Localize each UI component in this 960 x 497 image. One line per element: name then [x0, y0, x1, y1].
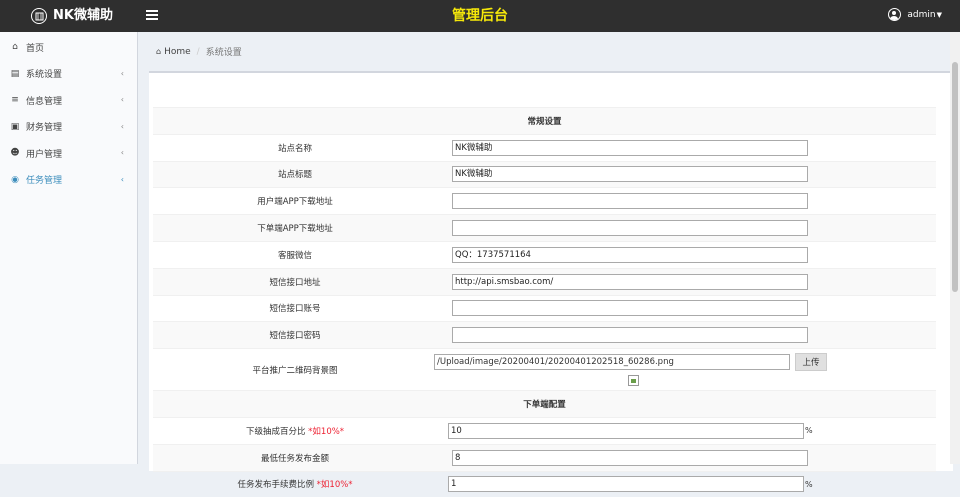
site-title-input[interactable]: NK微辅助 — [452, 166, 808, 183]
fee-hint: *如10%* — [316, 480, 353, 491]
site-name-input[interactable]: NK微辅助 — [452, 139, 808, 156]
min-task-amount-input[interactable]: 8 — [452, 449, 808, 466]
sidebar-item-label: 首页 — [26, 43, 45, 54]
section-header-row: 常规设置 — [153, 107, 936, 135]
chevron-left-icon: ‹ — [120, 174, 124, 184]
commission-label: 下级抽成百分比 — [245, 426, 306, 437]
field-label: 下级抽成百分比 *如10%* — [153, 416, 437, 445]
field-label: 平台推广二维码背景图 — [153, 348, 437, 391]
order-app-download-url-input[interactable] — [452, 220, 808, 237]
hamburger-icon-bar — [146, 14, 158, 16]
fee-label: 任务发布手续费比例 — [237, 480, 314, 491]
list-icon: ▤ — [10, 68, 20, 79]
chevron-left-icon: ‹ — [120, 68, 124, 78]
form-row: 最低任务发布金额 8 — [153, 443, 936, 472]
broken-image-icon — [628, 375, 639, 387]
field-label: 任务发布手续费比例 *如10%* — [153, 470, 437, 497]
form-row: 用户端APP下载地址 — [153, 187, 936, 215]
chevron-left-icon: ‹ — [120, 121, 124, 131]
page-scrollbar[interactable] — [950, 32, 960, 464]
customer-service-wechat-input[interactable]: QQ：1737571164 — [452, 246, 808, 263]
settings-form-table: 常规设置 站点名称 NK微辅助 站点标题 NK微辅助 用户端APP下载地址 下单… — [153, 107, 936, 497]
user-menu-button[interactable]: admin ▼ — [888, 8, 942, 21]
user-name: admin — [907, 9, 936, 20]
breadcrumb-separator: / — [196, 46, 200, 57]
field-label: 客服微信 — [153, 240, 437, 269]
upload-button[interactable]: 上传 — [795, 353, 827, 372]
field-label: 下单端APP下载地址 — [153, 214, 437, 242]
top-navbar: NK微辅助 管理后台 admin ▼ — [0, 0, 960, 32]
field-label: 站点名称 — [153, 133, 437, 162]
percent-unit: % — [805, 479, 813, 489]
main-content: ⌂ Home / 系统设置 常规设置 站点名称 NK微辅助 站点标题 NK微辅助… — [138, 32, 960, 497]
field-label: 最低任务发布金额 — [153, 443, 437, 472]
form-row: 平台推广二维码背景图 /Upload/image/20200401/202004… — [153, 348, 936, 391]
sidebar-item-label: 任务管理 — [26, 176, 63, 187]
users-icon: ☻ — [10, 148, 20, 159]
brand-name: NK微辅助 — [53, 8, 113, 23]
section-title-general: 常规设置 — [153, 107, 936, 135]
sms-api-password-input[interactable] — [452, 327, 808, 344]
form-row: 下单端APP下载地址 — [153, 214, 936, 242]
form-row: 任务发布手续费比例 *如10%* 1% — [153, 470, 936, 497]
hamburger-icon-bar — [146, 10, 158, 12]
user-app-download-url-input[interactable] — [452, 193, 808, 210]
brand[interactable]: NK微辅助 — [0, 0, 138, 32]
form-row: 客服微信 QQ：1737571164 — [153, 240, 936, 269]
form-row: 短信接口账号 — [153, 294, 936, 322]
page-title: 管理后台 — [452, 8, 508, 24]
sidebar-item-home[interactable]: ⌂ 首页 — [0, 34, 137, 61]
form-row: 站点名称 NK微辅助 — [153, 133, 936, 162]
breadcrumb-home-link[interactable]: Home — [164, 47, 191, 57]
field-label: 用户端APP下载地址 — [153, 187, 437, 215]
chevron-left-icon: ‹ — [120, 148, 124, 157]
chevron-left-icon: ‹ — [120, 95, 124, 104]
field-label: 短信接口账号 — [153, 294, 437, 322]
sms-api-url-input[interactable]: http://api.smsbao.com/ — [452, 273, 808, 290]
sidebar-item-finance-management[interactable]: ▣ 财务管理 ‹ — [0, 114, 137, 141]
hamburger-icon-bar — [146, 18, 158, 20]
home-icon: ⌂ — [156, 47, 162, 56]
field-label: 短信接口密码 — [153, 321, 437, 349]
bars-icon: ≡ — [11, 95, 19, 106]
commission-hint: *如10%* — [308, 426, 345, 437]
commission-percent-input[interactable]: 10 — [448, 422, 804, 439]
settings-box: 常规设置 站点名称 NK微辅助 站点标题 NK微辅助 用户端APP下载地址 下单… — [149, 71, 953, 497]
form-row: 站点标题 NK微辅助 — [153, 160, 936, 188]
percent-unit: % — [805, 426, 813, 436]
sms-api-account-input[interactable] — [452, 300, 808, 317]
field-label: 站点标题 — [153, 160, 437, 188]
sidebar-item-label: 用户管理 — [26, 149, 63, 160]
sidebar-item-task-management[interactable]: ◉ 任务管理 ‹ — [0, 167, 137, 194]
sidebar-item-label: 系统设置 — [26, 70, 63, 81]
brand-logo-icon — [31, 8, 47, 24]
scrollbar-thumb[interactable] — [952, 62, 958, 292]
form-row: 短信接口地址 http://api.smsbao.com/ — [153, 267, 936, 296]
breadcrumb-current: 系统设置 — [205, 48, 242, 58]
section-title-order: 下单端配置 — [153, 390, 936, 418]
fee-percent-input[interactable]: 1 — [448, 476, 804, 493]
money-icon: ▣ — [10, 121, 20, 132]
bg-image-path-input[interactable]: /Upload/image/20200401/20200401202518_60… — [434, 354, 790, 371]
sidebar-toggle-button[interactable] — [146, 10, 158, 22]
form-row: 短信接口密码 — [153, 321, 936, 349]
field-label: 短信接口地址 — [153, 267, 437, 296]
user-circle-icon — [888, 8, 902, 21]
section-header-row: 下单端配置 — [153, 390, 936, 418]
breadcrumb: ⌂ Home / 系统设置 — [156, 45, 242, 59]
sidebar-item-user-management[interactable]: ☻ 用户管理 ‹ — [0, 140, 137, 167]
chevron-down-icon: ▼ — [936, 10, 942, 19]
home-icon: ⌂ — [12, 42, 18, 53]
sidebar-item-info-management[interactable]: ≡ 信息管理 ‹ — [0, 87, 137, 114]
sidebar: ⌂ 首页 ▤ 系统设置 ‹ ≡ 信息管理 ‹ ▣ 财务管理 ‹ ☻ 用户管理 ‹… — [0, 32, 138, 464]
sidebar-item-label: 信息管理 — [26, 96, 63, 107]
sidebar-item-system-settings[interactable]: ▤ 系统设置 ‹ — [0, 61, 137, 88]
form-row: 下级抽成百分比 *如10%* 10% — [153, 416, 936, 445]
sidebar-item-label: 财务管理 — [26, 123, 63, 134]
target-icon: ◉ — [11, 174, 19, 185]
